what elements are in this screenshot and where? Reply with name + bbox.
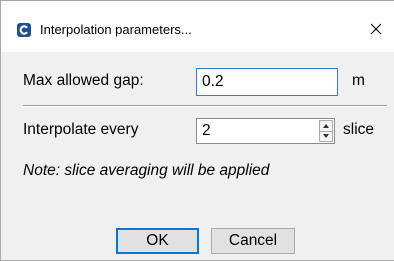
- spin-down-button[interactable]: [320, 131, 332, 141]
- dialog-body: Max allowed gap: m Interpolate every sli…: [1, 52, 394, 260]
- cancel-button[interactable]: Cancel: [211, 228, 295, 254]
- interpolate-input[interactable]: [197, 119, 315, 143]
- interpolate-spinbox[interactable]: [196, 118, 335, 144]
- divider: [23, 105, 387, 107]
- title-bar: Interpolation parameters...: [1, 1, 394, 52]
- spin-buttons: [319, 120, 333, 142]
- window-title: Interpolation parameters...: [40, 22, 192, 37]
- max-gap-label: Max allowed gap:: [23, 72, 144, 89]
- interpolation-dialog: Interpolation parameters... Max allowed …: [0, 0, 394, 261]
- interpolate-label: Interpolate every: [23, 121, 139, 138]
- close-icon: [370, 23, 382, 35]
- ok-button[interactable]: OK: [116, 228, 199, 254]
- interpolate-unit: slice: [343, 121, 375, 138]
- app-logo-icon: [17, 23, 31, 37]
- max-gap-input[interactable]: [196, 68, 338, 96]
- max-gap-unit: m: [352, 72, 365, 89]
- chevron-up-icon: [323, 124, 329, 128]
- chevron-down-icon: [323, 134, 329, 138]
- note-text: Note: slice averaging will be applied: [23, 162, 270, 179]
- close-button[interactable]: [363, 17, 389, 41]
